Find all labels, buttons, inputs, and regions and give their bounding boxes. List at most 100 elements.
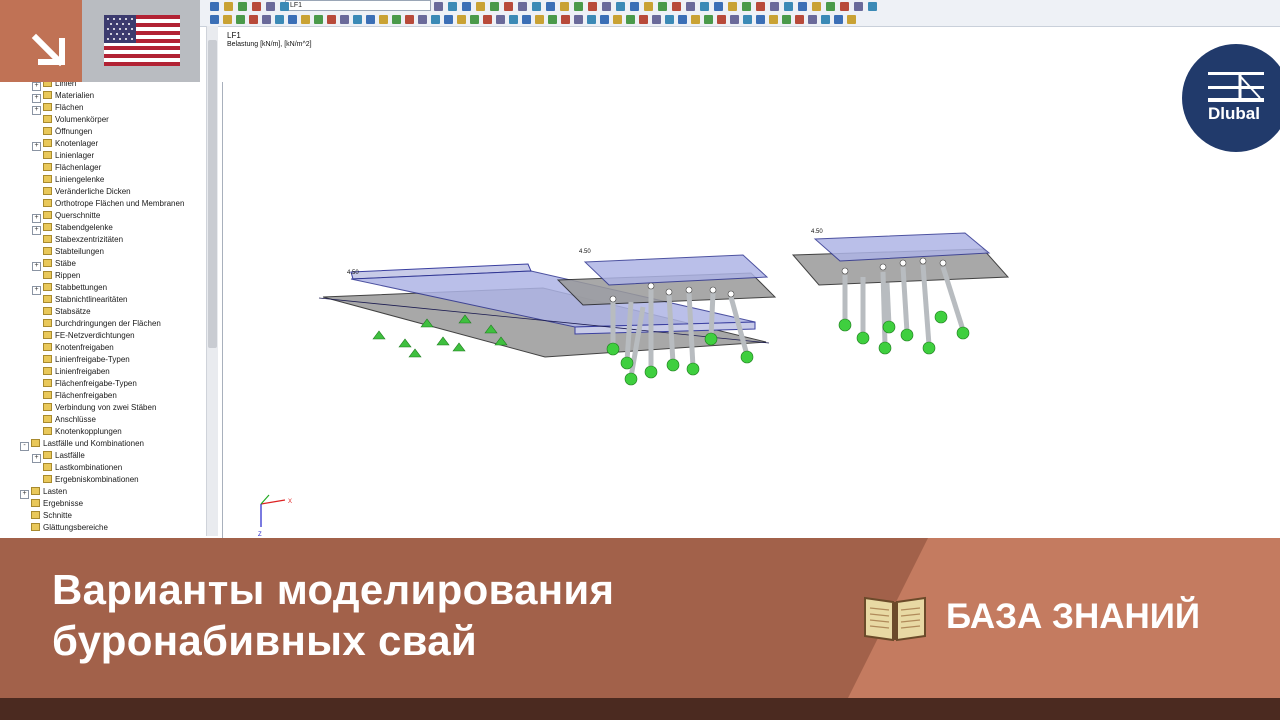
toolbar-button-icon[interactable]: [262, 15, 271, 24]
toolbar-button-icon[interactable]: [678, 15, 687, 24]
toolbar-button-icon[interactable]: [405, 15, 414, 24]
toolbar-button-icon[interactable]: [448, 2, 457, 11]
toolbar-button-icon[interactable]: [490, 2, 499, 11]
tree-item[interactable]: Veränderliche Dicken: [32, 186, 131, 198]
toolbar-button-icon[interactable]: [418, 15, 427, 24]
tree-item[interactable]: + Knotenlager: [32, 138, 98, 151]
tree-item[interactable]: + Materialien: [32, 90, 94, 103]
tree-item[interactable]: Flächenfreigaben: [32, 390, 117, 402]
toolbar-button-icon[interactable]: [280, 2, 289, 11]
tree-item[interactable]: Durchdringungen der Flächen: [32, 318, 161, 330]
toolbar-button-icon[interactable]: [626, 15, 635, 24]
toolbar-button-icon[interactable]: [518, 2, 527, 11]
tree-item[interactable]: Flächenlager: [32, 162, 101, 174]
tree-item[interactable]: Stabsätze: [32, 306, 91, 318]
toolbar-button-icon[interactable]: [717, 15, 726, 24]
toolbar-button-icon[interactable]: [238, 2, 247, 11]
toolbar-button-icon[interactable]: [795, 15, 804, 24]
scrollbar-thumb[interactable]: [208, 40, 217, 348]
toolbar-button-icon[interactable]: [686, 2, 695, 11]
toolbar-button-icon[interactable]: [784, 2, 793, 11]
tree-item[interactable]: Liniengelenke: [32, 174, 104, 186]
toolbar-button-icon[interactable]: [630, 2, 639, 11]
tree-item[interactable]: Linienfreigaben: [32, 366, 110, 378]
tree-item[interactable]: Anschlüsse: [32, 414, 96, 426]
toolbar-button-icon[interactable]: [236, 15, 245, 24]
tree-item[interactable]: Glättungsbereiche: [20, 522, 108, 534]
toolbar-button-icon[interactable]: [522, 15, 531, 24]
corner-arrow-badge[interactable]: [0, 0, 82, 82]
tree-item[interactable]: Flächenfreigabe-Typen: [32, 378, 137, 390]
toolbar-button-icon[interactable]: [665, 15, 674, 24]
toolbar-button-icon[interactable]: [644, 2, 653, 11]
toolbar-button-icon[interactable]: [798, 2, 807, 11]
toolbar-button-icon[interactable]: [392, 15, 401, 24]
toolbar-button-icon[interactable]: [249, 15, 258, 24]
toolbar-button-icon[interactable]: [602, 2, 611, 11]
tree-item[interactable]: + Stabbettungen: [32, 282, 107, 295]
load-case-combo[interactable]: LF1: [285, 0, 431, 11]
tree-item[interactable]: + Lasten: [20, 486, 67, 499]
toolbar-button-icon[interactable]: [613, 15, 622, 24]
toolbar-button-icon[interactable]: [314, 15, 323, 24]
toolbar-button-icon[interactable]: [730, 15, 739, 24]
tree-item[interactable]: Verbindung von zwei Stäben: [32, 402, 156, 414]
toolbar-button-icon[interactable]: [561, 15, 570, 24]
tree-item[interactable]: Ergebnisse: [20, 498, 83, 510]
tree-item[interactable]: + Stabendgelenke: [32, 222, 113, 235]
toolbar-button-icon[interactable]: [431, 15, 440, 24]
toolbar-button-icon[interactable]: [288, 15, 297, 24]
navigator-scrollbar[interactable]: [206, 26, 218, 536]
tree-item[interactable]: + Lastfälle: [32, 450, 85, 463]
toolbar-button-icon[interactable]: [854, 2, 863, 11]
tree-item[interactable]: Orthotrope Flächen und Membranen: [32, 198, 184, 210]
toolbar-button-icon[interactable]: [834, 15, 843, 24]
toolbar-button-icon[interactable]: [770, 2, 779, 11]
toolbar-button-icon[interactable]: [782, 15, 791, 24]
tree-item[interactable]: Stabexzentrizitäten: [32, 234, 123, 246]
toolbar-button-icon[interactable]: [574, 2, 583, 11]
tree-item[interactable]: + Flächen: [32, 102, 83, 115]
toolbar-button-icon[interactable]: [483, 15, 492, 24]
toolbar-button-icon[interactable]: [769, 15, 778, 24]
toolbar-button-icon[interactable]: [532, 2, 541, 11]
toolbar-button-icon[interactable]: [301, 15, 310, 24]
tree-item[interactable]: Rippen: [32, 270, 80, 282]
toolbar-button-icon[interactable]: [546, 2, 555, 11]
toolbar-button-icon[interactable]: [223, 15, 232, 24]
toolbar-button-icon[interactable]: [616, 2, 625, 11]
toolbar-button-icon[interactable]: [742, 2, 751, 11]
toolbar-button-icon[interactable]: [588, 2, 597, 11]
toolbar-button-icon[interactable]: [476, 2, 485, 11]
tree-item[interactable]: - Lastfälle und Kombinationen: [20, 438, 144, 451]
tree-item[interactable]: Stabnichtlinearitäten: [32, 294, 128, 306]
tree-item[interactable]: Knotenfreigaben: [32, 342, 114, 354]
toolbar-button-icon[interactable]: [210, 15, 219, 24]
toolbar-button-icon[interactable]: [535, 15, 544, 24]
toolbar-button-icon[interactable]: [504, 2, 513, 11]
tree-item[interactable]: + Querschnitte: [32, 210, 100, 223]
toolbar-button-icon[interactable]: [252, 2, 261, 11]
toolbar-button-icon[interactable]: [587, 15, 596, 24]
toolbar-button-icon[interactable]: [574, 15, 583, 24]
toolbar-button-icon[interactable]: [470, 15, 479, 24]
toolbar-button-icon[interactable]: [652, 15, 661, 24]
toolbar-button-icon[interactable]: [714, 2, 723, 11]
tree-expander-icon[interactable]: -: [20, 442, 29, 451]
toolbar-button-icon[interactable]: [462, 2, 471, 11]
tree-item[interactable]: + Linien: [32, 82, 76, 91]
toolbar-button-icon[interactable]: [691, 15, 700, 24]
toolbar-button-icon[interactable]: [728, 2, 737, 11]
toolbar-button-icon[interactable]: [868, 2, 877, 11]
toolbar-button-icon[interactable]: [600, 15, 609, 24]
toolbar-button-icon[interactable]: [340, 15, 349, 24]
toolbar-button-icon[interactable]: [826, 2, 835, 11]
toolbar-button-icon[interactable]: [266, 2, 275, 11]
tree-item[interactable]: Linienfreigabe-Typen: [32, 354, 130, 366]
toolbar-button-icon[interactable]: [327, 15, 336, 24]
toolbar-button-icon[interactable]: [509, 15, 518, 24]
toolbar-button-icon[interactable]: [672, 2, 681, 11]
toolbar-button-icon[interactable]: [457, 15, 466, 24]
toolbar-button-icon[interactable]: [548, 15, 557, 24]
toolbar-button-icon[interactable]: [700, 2, 709, 11]
